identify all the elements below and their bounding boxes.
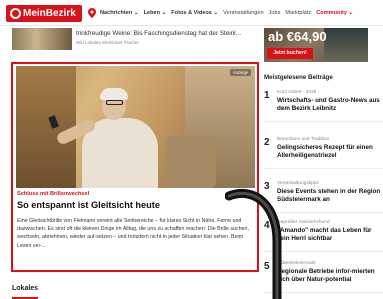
ad-price: ab €64,90 <box>268 29 327 44</box>
most-read-item[interactable]: 1 Kurz notiert - 2025 Wirtschafts- und G… <box>264 88 383 122</box>
teaser-thumbnail[interactable] <box>12 28 72 50</box>
logo-circle-icon <box>10 8 21 19</box>
nav-leben[interactable]: Leben ⌄ <box>144 10 167 16</box>
logo-text: MeinBezirk <box>23 8 76 19</box>
meinbezirk-logo[interactable]: MeinBezirk <box>6 5 82 22</box>
hotel-ad-banner[interactable]: ab €64,90 Jetzt buchen! <box>264 28 368 62</box>
sidebar-heading: Meistgelesene Beiträge <box>264 74 333 81</box>
nav-fotos-videos[interactable]: Fotos & Videos ⌄ <box>171 10 218 16</box>
most-read-item[interactable]: 2 Brauchtum und Tradition Gelingsicheres… <box>264 135 383 169</box>
ad-book-button[interactable]: Jetzt buchen! <box>267 48 313 59</box>
nav-community[interactable]: Community ⌄ <box>316 10 353 16</box>
top-article-teaser[interactable]: trinkfreudige Weine: Bis Faschingsdienst… <box>12 28 262 52</box>
article-hero-image[interactable]: Anzeige <box>16 66 255 188</box>
top-navigation-bar: MeinBezirk Nachrichten ⌄ Leben ⌄ Fotos &… <box>0 0 383 26</box>
article-title[interactable]: So entspannt ist Gleitsicht heute <box>17 200 160 210</box>
nav-marktplatz[interactable]: Marktplatz <box>285 10 311 16</box>
nav-jobs[interactable]: Jobs <box>269 10 281 16</box>
article-teaser-text: Eine Gleitsichtbrille von Fielmann verei… <box>17 218 249 249</box>
ad-image <box>324 28 368 62</box>
featured-article-card[interactable]: Anzeige Schluss mit Brillenwechsel So en… <box>11 62 259 272</box>
article-kicker: Schluss mit Brillenwechsel <box>17 191 90 197</box>
location-pin-icon[interactable] <box>88 8 96 18</box>
item-kicker: Brauchtum und Tradition <box>277 137 330 142</box>
hero-bg-left <box>16 66 76 188</box>
teaser-title[interactable]: trinkfreudige Weine: Bis Faschingsdienst… <box>76 30 241 37</box>
item-rank: 1 <box>264 90 270 101</box>
section-tab-lokales[interactable]: Lokales <box>12 285 38 292</box>
main-nav: Nachrichten ⌄ Leben ⌄ Fotos & Videos ⌄ V… <box>100 0 353 26</box>
teaser-meta: Bild Lokales Weinhaus Flucher <box>76 40 139 45</box>
hero-person-hair <box>100 88 128 100</box>
ad-label: Anzeige <box>229 69 251 76</box>
item-kicker: Kurz notiert - 2025 <box>277 90 317 95</box>
item-title[interactable]: Gelingsicheres Rezept für einen Allerhei… <box>277 144 383 160</box>
annotation-arrow <box>225 188 282 299</box>
nav-veranstaltungen[interactable]: Veranstaltungen <box>223 10 263 16</box>
item-rank: 2 <box>264 137 270 148</box>
nav-nachrichten[interactable]: Nachrichten ⌄ <box>100 10 139 16</box>
item-title[interactable]: Wirtschafts- und Gastro-News aus dem Bez… <box>277 97 383 113</box>
hero-glasses <box>106 100 123 105</box>
hero-chair <box>166 136 216 188</box>
